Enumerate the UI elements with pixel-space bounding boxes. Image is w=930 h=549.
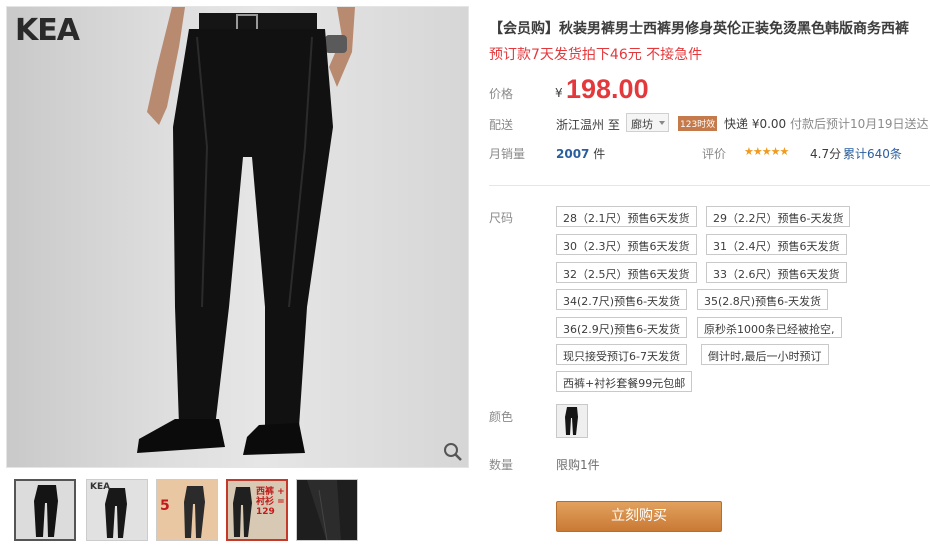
size-option[interactable]: 现只接受预订6-7天发货 xyxy=(556,344,687,365)
shipping-eta: 付款后预计10月19日送达 xyxy=(790,117,929,131)
thumbnail-1[interactable] xyxy=(14,479,76,541)
size-option[interactable]: 原秒杀1000条已经被抢空, xyxy=(697,317,842,338)
sales-count: 2007 件 xyxy=(556,145,605,162)
price-label: 价格 xyxy=(489,87,514,101)
thumbnail-5-image xyxy=(307,480,341,540)
star-rating-icon: ★★★★★ xyxy=(744,145,789,158)
divider xyxy=(489,185,930,186)
thumbnail-4[interactable]: 西裤 + 衬衫 = 129 xyxy=(226,479,288,541)
review-count-link[interactable]: 累计640条 xyxy=(843,145,902,162)
sales-unit: 件 xyxy=(593,147,606,161)
price-currency: ¥ xyxy=(555,86,563,100)
sales-number: 2007 xyxy=(556,147,590,161)
ship-to-value: 廊坊 xyxy=(631,118,653,131)
size-option[interactable]: 34(2.7尺)预售6-天发货 xyxy=(556,289,688,310)
chevron-down-icon xyxy=(659,121,665,125)
size-option[interactable]: 31（2.4尺）预售6天发货 xyxy=(706,234,847,255)
shipping-label: 配送 xyxy=(489,118,514,132)
trousers-swatch-icon xyxy=(565,407,578,435)
size-option[interactable]: 28（2.1尺）预售6天发货 xyxy=(556,206,697,227)
zoom-icon[interactable] xyxy=(442,441,464,463)
size-option[interactable]: 33（2.6尺）预售6天发货 xyxy=(706,262,847,283)
promo-text: 预订款7天发货拍下46元 不接急件 xyxy=(489,47,703,63)
size-option[interactable]: 30（2.3尺）预售6天发货 xyxy=(556,234,697,255)
product-title: 【会员购】秋装男裤男士西裤男修身英伦正装免烫黑色韩版商务西裤 xyxy=(489,21,909,37)
ship-from: 浙江温州 至 xyxy=(556,118,620,132)
rating-label: 评价 xyxy=(702,147,727,161)
thumbnail-3[interactable]: 5 xyxy=(156,479,218,541)
thumbnail-2[interactable]: KEA xyxy=(86,479,148,541)
size-option[interactable]: 西裤+衬衫套餐99元包邮 xyxy=(556,371,693,392)
size-option[interactable]: 36(2.9尺)预售6-天发货 xyxy=(556,317,688,338)
thumbnail-5[interactable] xyxy=(296,479,358,541)
size-option[interactable]: 29（2.2尺）预售6-天发货 xyxy=(706,206,851,227)
thumbnail-4-label: 西裤 + 衬衫 = 129 xyxy=(256,487,285,517)
color-swatch-black[interactable] xyxy=(556,404,588,438)
shipping-fee: 快递 ¥0.00 付款后预计10月19日送达 xyxy=(724,115,929,132)
sales-label: 月销量 xyxy=(489,147,526,161)
buy-now-button[interactable]: 立刻购买 xyxy=(556,501,722,532)
size-label: 尺码 xyxy=(489,211,514,225)
quantity-limit: 限购1件 xyxy=(556,458,600,472)
thumbnail-3-label: 5 xyxy=(160,498,170,514)
size-option[interactable]: 倒计时,最后一小时预订 xyxy=(701,344,829,365)
quantity-label: 数量 xyxy=(489,458,514,472)
size-option[interactable]: 35(2.8尺)预售6-天发货 xyxy=(697,289,829,310)
ship-to-select[interactable]: 廊坊 xyxy=(626,113,669,132)
product-main-image[interactable]: KEA xyxy=(6,6,469,468)
trousers-photo xyxy=(137,7,355,455)
thumbnail-1-image xyxy=(16,481,74,539)
shipping-fee-amount: 快递 ¥0.00 xyxy=(724,117,787,131)
price-value: 198.00 xyxy=(566,74,649,104)
size-option[interactable]: 32（2.5尺）预售6天发货 xyxy=(556,262,697,283)
color-label: 颜色 xyxy=(489,410,514,424)
thumbnail-2-label: KEA xyxy=(90,482,111,492)
rating-score: 4.7分 xyxy=(810,147,842,161)
delivery-badge: 123时效 xyxy=(678,116,718,131)
